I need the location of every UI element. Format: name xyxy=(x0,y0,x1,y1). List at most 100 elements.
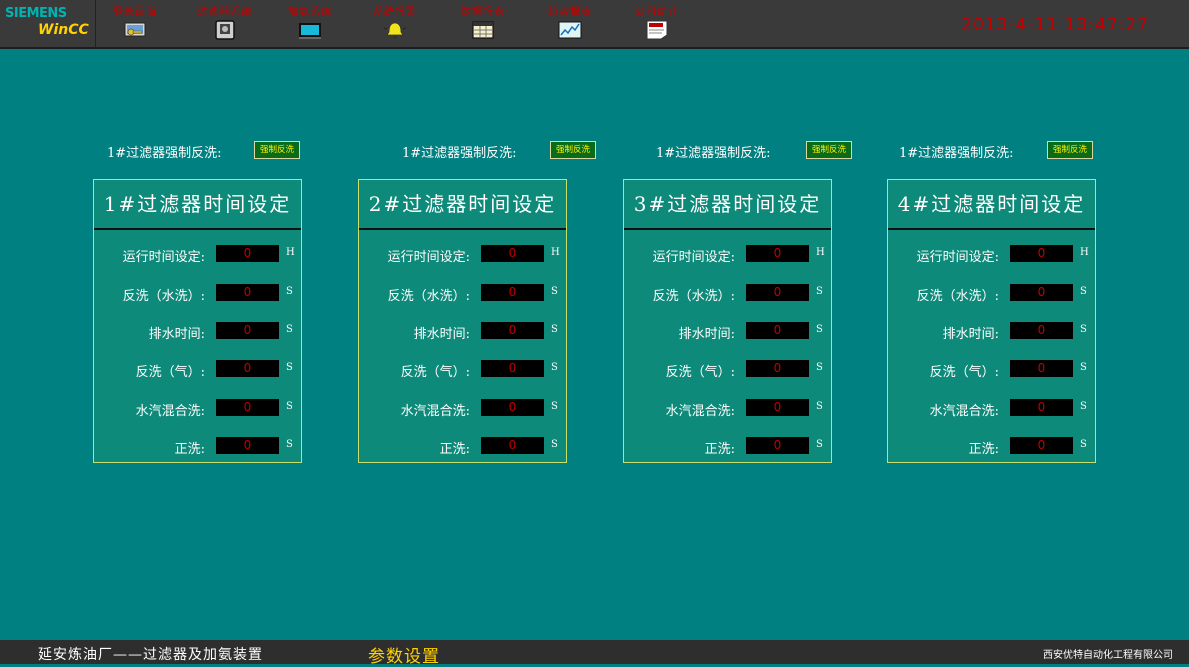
time-setting-row: 反洗（气）: 0 S xyxy=(888,360,1095,380)
panel-divider xyxy=(94,228,301,230)
setting-value-input[interactable]: 0 xyxy=(481,245,544,262)
setting-value-input[interactable]: 0 xyxy=(216,245,279,262)
setting-unit: S xyxy=(551,362,558,373)
setting-value-input[interactable]: 0 xyxy=(1010,399,1073,416)
nav-system-alarm[interactable]: 系统报警 xyxy=(360,0,430,47)
time-setting-row: 反洗（水洗）: 0 S xyxy=(94,284,301,304)
setting-value-input[interactable]: 0 xyxy=(746,245,809,262)
ammonia-monitor-icon xyxy=(299,23,321,39)
setting-value-input[interactable]: 0 xyxy=(216,322,279,339)
nav-filter-system-label: 过滤器系统 xyxy=(197,7,253,18)
setting-value-input[interactable]: 0 xyxy=(746,360,809,377)
nav-company-profile[interactable]: 公司简介 xyxy=(622,0,692,47)
setting-unit: S xyxy=(816,286,823,297)
nav-data-report[interactable]: 数据报表 xyxy=(448,0,518,47)
force-backwash-label: 1#过滤器强制反洗: xyxy=(402,146,517,161)
setting-value-input[interactable]: 0 xyxy=(481,360,544,377)
bottom-status-bar: 延安炼油厂——过滤器及加氨装置 参数设置 西安优特自动化工程有限公司 xyxy=(0,640,1189,667)
setting-unit: S xyxy=(286,324,293,335)
setting-value-input[interactable]: 0 xyxy=(746,399,809,416)
logo-product: WinCC xyxy=(38,22,89,38)
setting-unit: S xyxy=(286,401,293,412)
filter-device-icon xyxy=(215,20,235,40)
setting-value-input[interactable]: 0 xyxy=(746,322,809,339)
force-backwash-button[interactable]: 强制反洗 xyxy=(254,141,300,159)
setting-unit: S xyxy=(286,286,293,297)
panel-title: 1#过滤器时间设定 xyxy=(103,192,292,216)
filter-time-panel-1: 1#过滤器时间设定 运行时间设定: 0 H 反洗（水洗）: 0 S 排水时间: 0 S 反洗（气）… xyxy=(93,179,302,463)
setting-label: 水汽混合洗: xyxy=(135,404,205,419)
setting-unit: S xyxy=(551,401,558,412)
setting-value-input[interactable]: 0 xyxy=(216,399,279,416)
setting-label: 排水时间: xyxy=(678,327,735,342)
setting-label: 水汽混合洗: xyxy=(400,404,470,419)
setting-value-input[interactable]: 0 xyxy=(1010,322,1073,339)
setting-label: 运行时间设定: xyxy=(122,250,205,265)
setting-unit: S xyxy=(1080,401,1087,412)
nav-trend-report[interactable]: 趋势报表 xyxy=(535,0,605,47)
time-setting-row: 正洗: 0 S xyxy=(359,437,566,457)
filter-time-panel-3: 3#过滤器时间设定 运行时间设定: 0 H 反洗（水洗）: 0 S 排水时间: 0 S 反洗（气）… xyxy=(623,179,832,463)
setting-value-input[interactable]: 0 xyxy=(216,360,279,377)
setting-unit: S xyxy=(551,439,558,450)
setting-value-input[interactable]: 0 xyxy=(216,284,279,301)
setting-unit: S xyxy=(551,324,558,335)
setting-value-input[interactable]: 0 xyxy=(1010,360,1073,377)
filter-time-panel-4: 4#过滤器时间设定 运行时间设定: 0 H 反洗（水洗）: 0 S 排水时间: 0 S 反洗（气）… xyxy=(887,179,1096,463)
time-setting-row: 反洗（水洗）: 0 S xyxy=(624,284,831,304)
time-setting-row: 水汽混合洗: 0 S xyxy=(888,399,1095,419)
setting-label: 反洗（水洗）: xyxy=(916,289,999,304)
setting-value-input[interactable]: 0 xyxy=(1010,284,1073,301)
setting-unit: S xyxy=(1080,362,1087,373)
setting-unit: S xyxy=(551,286,558,297)
time-setting-row: 正洗: 0 S xyxy=(94,437,301,457)
time-setting-row: 水汽混合洗: 0 S xyxy=(94,399,301,419)
nav-company-profile-label: 公司简介 xyxy=(635,7,679,18)
time-setting-row: 排水时间: 0 S xyxy=(94,322,301,342)
time-setting-row: 反洗（气）: 0 S xyxy=(359,360,566,380)
setting-value-input[interactable]: 0 xyxy=(746,437,809,454)
data-table-icon xyxy=(472,21,494,39)
nav-data-report-label: 数据报表 xyxy=(461,7,505,18)
setting-unit: H xyxy=(1080,247,1089,258)
nav-login[interactable]: 登录画面 xyxy=(100,0,170,47)
nav-ammonia-system[interactable]: 加氨系统 xyxy=(275,0,345,47)
setting-label: 正洗: xyxy=(439,442,470,457)
panel-title: 3#过滤器时间设定 xyxy=(633,192,822,216)
setting-unit: S xyxy=(816,324,823,335)
time-setting-row: 排水时间: 0 S xyxy=(888,322,1095,342)
setting-value-input[interactable]: 0 xyxy=(481,399,544,416)
filter-time-panel-2: 2#过滤器时间设定 运行时间设定: 0 H 反洗（水洗）: 0 S 排水时间: 0 S 反洗（气）… xyxy=(358,179,567,463)
setting-value-input[interactable]: 0 xyxy=(481,284,544,301)
nav-ammonia-system-label: 加氨系统 xyxy=(288,7,332,18)
nav-filter-system[interactable]: 过滤器系统 xyxy=(190,0,260,47)
logo-brand: SIEMENS xyxy=(5,6,67,21)
time-setting-row: 正洗: 0 S xyxy=(888,437,1095,457)
time-setting-row: 运行时间设定: 0 H xyxy=(359,245,566,265)
setting-label: 排水时间: xyxy=(413,327,470,342)
force-backwash-button[interactable]: 强制反洗 xyxy=(1047,141,1093,159)
setting-value-input[interactable]: 0 xyxy=(1010,245,1073,262)
force-backwash-button[interactable]: 强制反洗 xyxy=(806,141,852,159)
setting-label: 反洗（气）: xyxy=(400,365,470,380)
panel-title: 2#过滤器时间设定 xyxy=(368,192,557,216)
page-title: 参数设置 xyxy=(368,647,440,667)
time-setting-row: 运行时间设定: 0 H xyxy=(888,245,1095,265)
nav-system-alarm-label: 系统报警 xyxy=(373,7,417,18)
setting-value-input[interactable]: 0 xyxy=(746,284,809,301)
force-backwash-button[interactable]: 强制反洗 xyxy=(550,141,596,159)
setting-value-input[interactable]: 0 xyxy=(481,322,544,339)
setting-value-input[interactable]: 0 xyxy=(216,437,279,454)
setting-unit: S xyxy=(1080,286,1087,297)
time-setting-row: 水汽混合洗: 0 S xyxy=(359,399,566,419)
force-backwash-label: 1#过滤器强制反洗: xyxy=(107,146,222,161)
time-setting-row: 排水时间: 0 S xyxy=(624,322,831,342)
setting-unit: S xyxy=(816,401,823,412)
setting-label: 反洗（气）: xyxy=(929,365,999,380)
setting-value-input[interactable]: 0 xyxy=(481,437,544,454)
nav-trend-report-label: 趋势报表 xyxy=(548,7,592,18)
setting-label: 正洗: xyxy=(704,442,735,457)
setting-unit: S xyxy=(286,362,293,373)
panel-divider xyxy=(888,228,1095,230)
setting-value-input[interactable]: 0 xyxy=(1010,437,1073,454)
